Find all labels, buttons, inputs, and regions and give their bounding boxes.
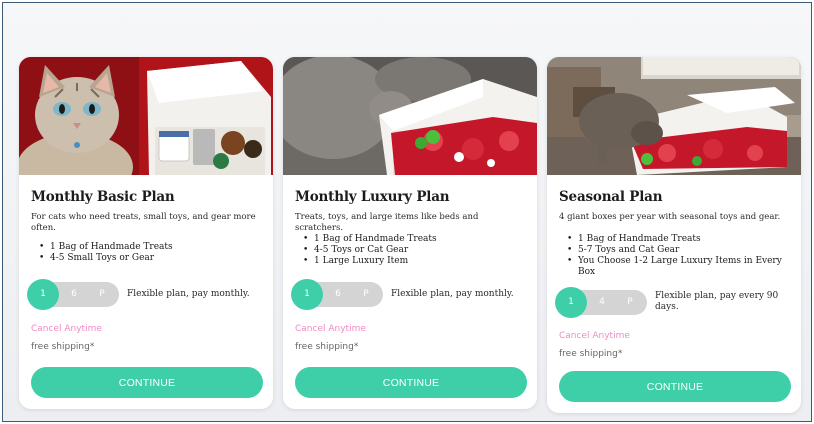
plan-title: Monthly Basic Plan: [31, 189, 175, 205]
billing-frequency-toggle[interactable]: 1 6 P: [291, 279, 383, 310]
plan-photo-cat-with-red-box: [19, 57, 273, 175]
plan-feature-item: 1 Bag of Handmade Treats: [39, 242, 265, 253]
toggle-option[interactable]: 6: [59, 282, 89, 307]
cancel-anytime-link[interactable]: Cancel Anytime: [31, 324, 102, 334]
plan-feature-item: 1 Bag of Handmade Treats: [567, 234, 793, 245]
toggle-option-selected[interactable]: 1: [291, 279, 323, 310]
page-frame: Monthly Basic Plan For cats who need tre…: [2, 2, 812, 422]
plan-card-monthly-basic: Monthly Basic Plan For cats who need tre…: [19, 57, 273, 409]
plan-feature-item: 4-5 Small Toys or Gear: [39, 253, 265, 264]
plan-description: 4 giant boxes per year with seasonal toy…: [559, 212, 781, 222]
cancel-anytime-link[interactable]: Cancel Anytime: [559, 331, 630, 341]
toggle-option-selected[interactable]: 1: [555, 287, 587, 318]
toggle-option[interactable]: P: [351, 282, 381, 307]
plan-features-list: 1 Bag of Handmade Treats 4-5 Small Toys …: [39, 242, 265, 264]
plan-feature-item: 1 Large Luxury Item: [303, 256, 529, 267]
continue-button[interactable]: CONTINUE: [559, 371, 791, 402]
toggle-option[interactable]: 6: [323, 282, 353, 307]
plan-feature-item: 4-5 Toys or Cat Gear: [303, 245, 529, 256]
toggle-option[interactable]: 4: [587, 290, 617, 315]
plan-description: For cats who need treats, small toys, an…: [31, 212, 256, 233]
billing-frequency-toggle[interactable]: 1 6 P: [27, 279, 119, 310]
billing-frequency-toggle[interactable]: 1 4 P: [555, 287, 647, 318]
free-shipping-text: free shipping*: [295, 342, 359, 352]
cancel-anytime-link[interactable]: Cancel Anytime: [295, 324, 366, 334]
free-shipping-text: free shipping*: [559, 349, 623, 359]
plan-photo-cat-in-box: [283, 57, 537, 175]
plan-feature-item: 1 Bag of Handmade Treats: [303, 234, 529, 245]
plan-photo-cat-with-box-indoors: [547, 57, 801, 175]
continue-button[interactable]: CONTINUE: [31, 367, 263, 398]
plan-payment-note: Flexible plan, pay monthly.: [127, 289, 250, 299]
toggle-option-selected[interactable]: 1: [27, 279, 59, 310]
continue-button[interactable]: CONTINUE: [295, 367, 527, 398]
plan-payment-note: Flexible plan, pay every 90 days.: [655, 291, 779, 312]
plan-title: Monthly Luxury Plan: [295, 189, 450, 205]
plan-features-list: 1 Bag of Handmade Treats 4-5 Toys or Cat…: [303, 234, 529, 267]
plan-card-seasonal: Seasonal Plan 4 giant boxes per year wit…: [547, 57, 801, 413]
plan-title: Seasonal Plan: [559, 189, 663, 205]
plan-feature-item: 5-7 Toys and Cat Gear: [567, 245, 793, 256]
plan-card-monthly-luxury: Monthly Luxury Plan Treats, toys, and la…: [283, 57, 537, 409]
plan-feature-item: You Choose 1-2 Large Luxury Items in Eve…: [567, 256, 793, 278]
plan-features-list: 1 Bag of Handmade Treats 5-7 Toys and Ca…: [567, 234, 793, 278]
plan-payment-note: Flexible plan, pay monthly.: [391, 289, 514, 299]
free-shipping-text: free shipping*: [31, 342, 95, 352]
plan-description: Treats, toys, and large items like beds …: [295, 212, 479, 233]
toggle-option[interactable]: P: [87, 282, 117, 307]
toggle-option[interactable]: P: [615, 290, 645, 315]
